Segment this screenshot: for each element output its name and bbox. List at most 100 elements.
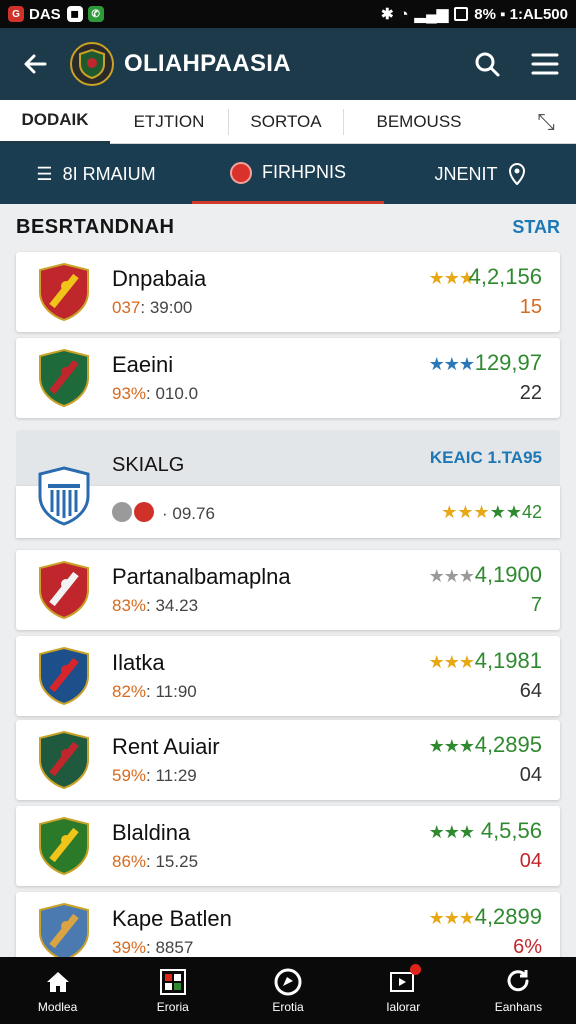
menu-button[interactable] [514, 52, 576, 76]
bottom-nav-label: Eanhans [494, 999, 543, 1014]
subnav-item-rmaium[interactable]: ☰ 8I RMAIUM [0, 144, 192, 204]
bottom-navigation: Modlea Eroria Erotia Ialorar Eanhans [0, 957, 576, 1024]
tab-dodaik[interactable]: DODAIK [0, 100, 110, 144]
stack-icon: ☰ [36, 163, 53, 184]
record-icon [229, 161, 252, 184]
team-name: Rent Auiair [112, 734, 220, 759]
team-score: 4,2,156 [468, 264, 542, 289]
bottom-nav-label: Ialorar [386, 999, 421, 1014]
compass-icon [274, 968, 302, 996]
team-shield-icon [39, 262, 89, 322]
bottom-nav-label: Eroria [156, 999, 189, 1014]
team-name: Blaldina [112, 820, 191, 845]
team-rank: 22 [519, 382, 542, 404]
chat-notification-icon: ◼ [66, 6, 83, 22]
chip-icon [112, 502, 132, 522]
team-name: Kape Batlen [112, 906, 232, 931]
rating-stars: ★★★ [428, 822, 475, 842]
featured-stars: ★★★★★42 [441, 502, 542, 522]
team-card[interactable]: Ilatka 82%: 11:90 ★★★ 4,1981 64 [16, 636, 560, 716]
location-icon [508, 163, 525, 185]
team-shield-icon [39, 348, 89, 408]
section-link[interactable]: STAR [512, 217, 560, 238]
team-score: 4,1900 [474, 562, 542, 587]
sub-navigation: ☰ 8I RMAIUM FIRHPNIS JNENIT [0, 144, 576, 204]
team-rank: 64 [519, 680, 542, 702]
team-meta: 59%: 11:29 [112, 766, 197, 786]
bottom-nav-compass[interactable]: Erotia [230, 957, 345, 1024]
subnav-label: 8I RMAIUM [62, 163, 156, 184]
featured-link[interactable]: KEAIC 1.TA95 [430, 448, 542, 468]
chip-icon [134, 502, 154, 522]
team-rank: 15 [519, 296, 542, 318]
team-name: Partanalbamaplna [112, 564, 291, 589]
team-card[interactable]: Partanalbamaplna 83%: 34.23 ★★★ 4,1900 7 [16, 550, 560, 630]
status-right: ✱ ◔ ▂▄▆ 8% ▪ 1:AL500 [380, 5, 568, 24]
team-score: 4,5,56 [480, 818, 542, 843]
team-percent: 59% [112, 766, 147, 785]
section-title: BESRTANDNAH [16, 216, 175, 238]
team-meta: 037: 39:00 [112, 298, 192, 318]
team-shield-icon [39, 816, 89, 876]
featured-team-name: SKIALG [112, 454, 185, 476]
app-notification-icon: G [8, 6, 24, 22]
expand-tabs-icon[interactable]: ⤡ [516, 109, 576, 135]
rating-stars: ★★★ [428, 566, 475, 586]
search-button[interactable] [460, 50, 514, 78]
tab-etjtion[interactable]: ETJTION [110, 100, 228, 144]
team-meta: 86%: 15.25 [112, 852, 198, 872]
wifi-icon: ◔ [399, 5, 409, 23]
status-left: G DAS ◼ ✆ [8, 6, 109, 23]
team-card[interactable]: Rent Auiair 59%: 11:29 ★★★ 4,2895 04 [16, 720, 560, 800]
arrow-left-icon [24, 54, 47, 74]
team-time: : 34.23 [146, 596, 199, 615]
team-meta: 93%: 010.0 [112, 384, 198, 404]
team-name: Dnpabaia [112, 266, 207, 291]
team-card[interactable]: Blaldina 86%: 15.25 ★★★ 4,5,56 04 [16, 806, 560, 886]
subnav-label: JNENIT [434, 163, 498, 184]
bottom-nav-video[interactable]: Ialorar [346, 957, 461, 1024]
subnav-item-jnenit[interactable]: JNENIT [384, 144, 576, 204]
rating-stars: ★★★ [428, 652, 475, 672]
team-time: : 39:00 [140, 298, 193, 317]
subnav-label: FIRHPNIS [261, 162, 346, 182]
rating-stars: ★★★ [428, 908, 475, 928]
team-rank: 04 [519, 850, 542, 872]
featured-team-card[interactable]: SKIALG KEAIC 1.TA95 · 09.76 ★★★★★42 [16, 430, 560, 538]
app-title: OLIAHPAASIA [124, 50, 291, 77]
team-card[interactable]: Eaeini 93%: 010.0 ★★★ 129,97 22 [16, 338, 560, 418]
team-time: : 010.0 [146, 384, 199, 403]
team-meta: 83%: 34.23 [112, 596, 198, 616]
rating-stars: ★★★ [428, 354, 475, 374]
team-shield-icon [39, 902, 89, 962]
team-percent: 83% [112, 596, 147, 615]
team-card[interactable]: Dnpabaia 037: 39:00 ★★★ 4,2,156 15 [16, 252, 560, 332]
team-time: : 11:90 [146, 682, 197, 701]
bottom-nav-label: Erotia [272, 999, 304, 1014]
subnav-item-firhpnis[interactable]: FIRHPNIS [192, 144, 384, 204]
grid-icon [159, 968, 187, 996]
signal-icon: ▂▄▆ [414, 6, 449, 23]
team-percent: 82% [112, 682, 147, 701]
menu-icon [531, 53, 559, 75]
team-name: Ilatka [112, 650, 165, 675]
tab-sortoa[interactable]: SORTOA [229, 100, 343, 144]
section-header: BESRTANDNAH STAR [16, 216, 560, 239]
team-shield-icon [39, 646, 89, 706]
bottom-nav-refresh[interactable]: Eanhans [461, 957, 576, 1024]
bottom-nav-home[interactable]: Modlea [0, 957, 115, 1024]
status-bar: G DAS ◼ ✆ ✱ ◔ ▂▄▆ 8% ▪ 1:AL500 [0, 0, 576, 28]
back-button[interactable] [0, 50, 70, 78]
team-percent: 39% [112, 938, 147, 957]
message-notification-icon: ✆ [87, 6, 104, 22]
bluetooth-icon: ✱ [380, 6, 394, 23]
team-meta: 39%: 8857 [112, 938, 193, 958]
team-rank: 7 [530, 594, 542, 616]
battery-icon [454, 7, 469, 21]
team-time: : 8857 [146, 938, 194, 957]
video-icon [389, 963, 422, 996]
bottom-nav-grid[interactable]: Eroria [115, 957, 230, 1024]
tab-bemouss[interactable]: BEMOUSS [344, 100, 494, 144]
featured-meta: · 09.76 [162, 504, 215, 523]
team-percent: 86% [112, 852, 147, 871]
